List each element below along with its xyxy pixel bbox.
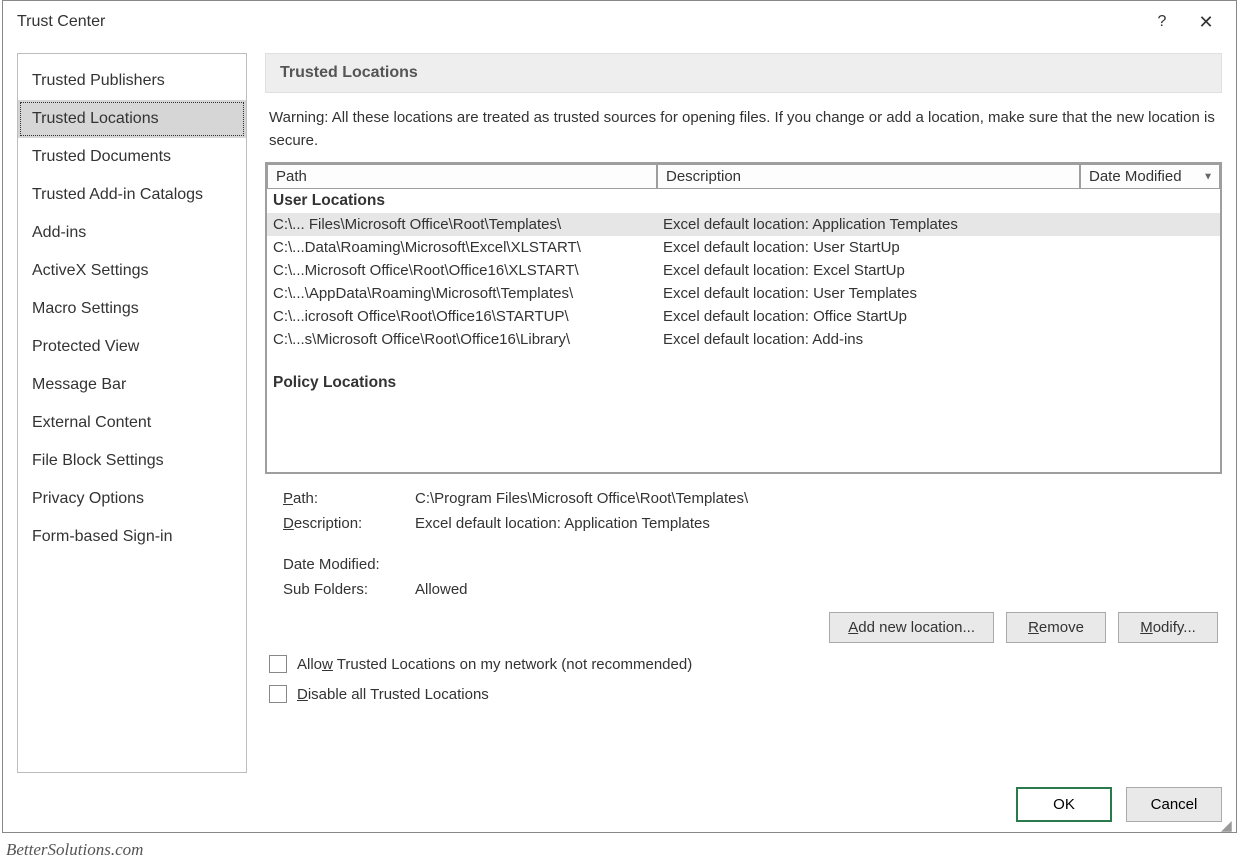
- main-panel: Trusted Locations Warning: All these loc…: [265, 53, 1222, 773]
- sidebar-item-message-bar[interactable]: Message Bar: [18, 366, 246, 404]
- cell-path: C:\...\AppData\Roaming\Microsoft\Templat…: [267, 284, 657, 303]
- sidebar-item-label: Form-based Sign-in: [32, 528, 173, 545]
- sidebar-item-label: File Block Settings: [32, 452, 164, 469]
- table-row[interactable]: C:\...\AppData\Roaming\Microsoft\Templat…: [267, 282, 1220, 305]
- checkbox-icon[interactable]: [269, 655, 287, 673]
- sidebar-item-macro-settings[interactable]: Macro Settings: [18, 290, 246, 328]
- resize-grip-icon[interactable]: ◢: [1221, 818, 1235, 832]
- column-header-label: Description: [666, 168, 741, 185]
- cell-date: [1080, 284, 1220, 303]
- help-icon: ?: [1158, 13, 1167, 31]
- detail-subfolders-value: Allowed: [415, 581, 1218, 598]
- detail-path-label: Path:: [283, 490, 415, 507]
- table-row[interactable]: C:\... Files\Microsoft Office\Root\Templ…: [267, 213, 1220, 236]
- location-details: Path: C:\Program Files\Microsoft Office\…: [265, 474, 1222, 606]
- table-row[interactable]: C:\...icrosoft Office\Root\Office16\STAR…: [267, 305, 1220, 328]
- sidebar-item-label: Trusted Locations: [32, 110, 159, 127]
- cell-description: Excel default location: Add-ins: [657, 330, 1080, 349]
- cell-path: C:\... Files\Microsoft Office\Root\Templ…: [267, 215, 657, 234]
- column-header-label: Path: [276, 168, 307, 185]
- cell-path: C:\...icrosoft Office\Root\Office16\STAR…: [267, 307, 657, 326]
- detail-description-value: Excel default location: Application Temp…: [415, 515, 1218, 532]
- sidebar-item-form-based-signin[interactable]: Form-based Sign-in: [18, 518, 246, 556]
- disable-all-checkbox-row[interactable]: Disable all Trusted Locations: [265, 679, 1222, 709]
- detail-date-value: [415, 556, 1218, 573]
- checkbox-icon[interactable]: [269, 685, 287, 703]
- sidebar-item-privacy-options[interactable]: Privacy Options: [18, 480, 246, 518]
- help-button[interactable]: ?: [1140, 6, 1184, 38]
- sidebar-item-trusted-locations[interactable]: Trusted Locations: [18, 100, 246, 138]
- cell-description: Excel default location: Application Temp…: [657, 215, 1080, 234]
- column-header-description[interactable]: Description: [657, 164, 1080, 189]
- cell-description: Excel default location: Excel StartUp: [657, 261, 1080, 280]
- sidebar-item-trusted-addin-catalogs[interactable]: Trusted Add-in Catalogs: [18, 176, 246, 214]
- cell-date: [1080, 330, 1220, 349]
- locations-grid: Path Description Date Modified ▼ User Lo…: [265, 162, 1222, 474]
- dialog-body: Trusted Publishers Trusted Locations Tru…: [3, 43, 1236, 779]
- cell-path: C:\...s\Microsoft Office\Root\Office16\L…: [267, 330, 657, 349]
- sidebar-item-protected-view[interactable]: Protected View: [18, 328, 246, 366]
- section-header: Trusted Locations: [265, 53, 1222, 93]
- dialog-footer: OK Cancel: [3, 779, 1236, 832]
- sidebar-item-label: Privacy Options: [32, 490, 144, 507]
- sidebar-item-label: Trusted Documents: [32, 148, 171, 165]
- cell-date: [1080, 238, 1220, 257]
- detail-description-label: Description:: [283, 515, 415, 532]
- policy-locations-label: Policy Locations: [267, 371, 1220, 395]
- cell-date: [1080, 307, 1220, 326]
- sidebar-item-add-ins[interactable]: Add-ins: [18, 214, 246, 252]
- user-locations-label: User Locations: [267, 189, 1220, 213]
- cell-date: [1080, 215, 1220, 234]
- column-header-date-modified[interactable]: Date Modified ▼: [1080, 164, 1220, 189]
- cell-path: C:\...Microsoft Office\Root\Office16\XLS…: [267, 261, 657, 280]
- title-bar: Trust Center ? ✕: [3, 1, 1236, 43]
- close-button[interactable]: ✕: [1184, 6, 1228, 38]
- window-title: Trust Center: [17, 13, 1140, 31]
- cell-date: [1080, 261, 1220, 280]
- sidebar-item-label: Macro Settings: [32, 300, 139, 317]
- sidebar-item-label: Trusted Add-in Catalogs: [32, 186, 203, 203]
- sidebar-item-label: Add-ins: [32, 224, 86, 241]
- warning-text: Warning: All these locations are treated…: [265, 93, 1222, 162]
- grid-body: User Locations C:\... Files\Microsoft Of…: [267, 189, 1220, 472]
- action-button-row: Add new location... Remove Modify...: [265, 606, 1222, 649]
- close-icon: ✕: [1198, 12, 1213, 33]
- add-new-location-button[interactable]: Add new location...: [829, 612, 994, 643]
- table-row[interactable]: C:\...s\Microsoft Office\Root\Office16\L…: [267, 328, 1220, 351]
- sidebar-item-label: External Content: [32, 414, 151, 431]
- checkbox-label: Allow Trusted Locations on my network (n…: [297, 656, 692, 673]
- detail-date-label: Date Modified:: [283, 556, 415, 573]
- table-row[interactable]: C:\...Data\Roaming\Microsoft\Excel\XLSTA…: [267, 236, 1220, 259]
- column-header-path[interactable]: Path: [267, 164, 657, 189]
- sidebar-item-trusted-documents[interactable]: Trusted Documents: [18, 138, 246, 176]
- cell-description: Excel default location: User StartUp: [657, 238, 1080, 257]
- column-header-label: Date Modified: [1089, 168, 1182, 185]
- cancel-button[interactable]: Cancel: [1126, 787, 1222, 822]
- grid-header: Path Description Date Modified ▼: [267, 164, 1220, 189]
- remove-button[interactable]: Remove: [1006, 612, 1106, 643]
- sort-descending-icon: ▼: [1203, 171, 1213, 182]
- sidebar-item-label: ActiveX Settings: [32, 262, 149, 279]
- detail-path-value: C:\Program Files\Microsoft Office\Root\T…: [415, 490, 1218, 507]
- sidebar-item-label: Protected View: [32, 338, 139, 355]
- sidebar-item-activex-settings[interactable]: ActiveX Settings: [18, 252, 246, 290]
- sidebar-item-trusted-publishers[interactable]: Trusted Publishers: [18, 62, 246, 100]
- cell-path: C:\...Data\Roaming\Microsoft\Excel\XLSTA…: [267, 238, 657, 257]
- trust-center-dialog: Trust Center ? ✕ Trusted Publishers Trus…: [2, 0, 1237, 833]
- modify-button[interactable]: Modify...: [1118, 612, 1218, 643]
- table-row[interactable]: C:\...Microsoft Office\Root\Office16\XLS…: [267, 259, 1220, 282]
- checkbox-label: Disable all Trusted Locations: [297, 686, 489, 703]
- sidebar-item-label: Message Bar: [32, 376, 126, 393]
- watermark: BetterSolutions.com: [6, 840, 143, 860]
- sidebar: Trusted Publishers Trusted Locations Tru…: [17, 53, 247, 773]
- ok-button[interactable]: OK: [1016, 787, 1112, 822]
- sidebar-item-label: Trusted Publishers: [32, 72, 165, 89]
- detail-subfolders-label: Sub Folders:: [283, 581, 415, 598]
- cell-description: Excel default location: Office StartUp: [657, 307, 1080, 326]
- sidebar-item-file-block-settings[interactable]: File Block Settings: [18, 442, 246, 480]
- allow-network-checkbox-row[interactable]: Allow Trusted Locations on my network (n…: [265, 649, 1222, 679]
- sidebar-item-external-content[interactable]: External Content: [18, 404, 246, 442]
- cell-description: Excel default location: User Templates: [657, 284, 1080, 303]
